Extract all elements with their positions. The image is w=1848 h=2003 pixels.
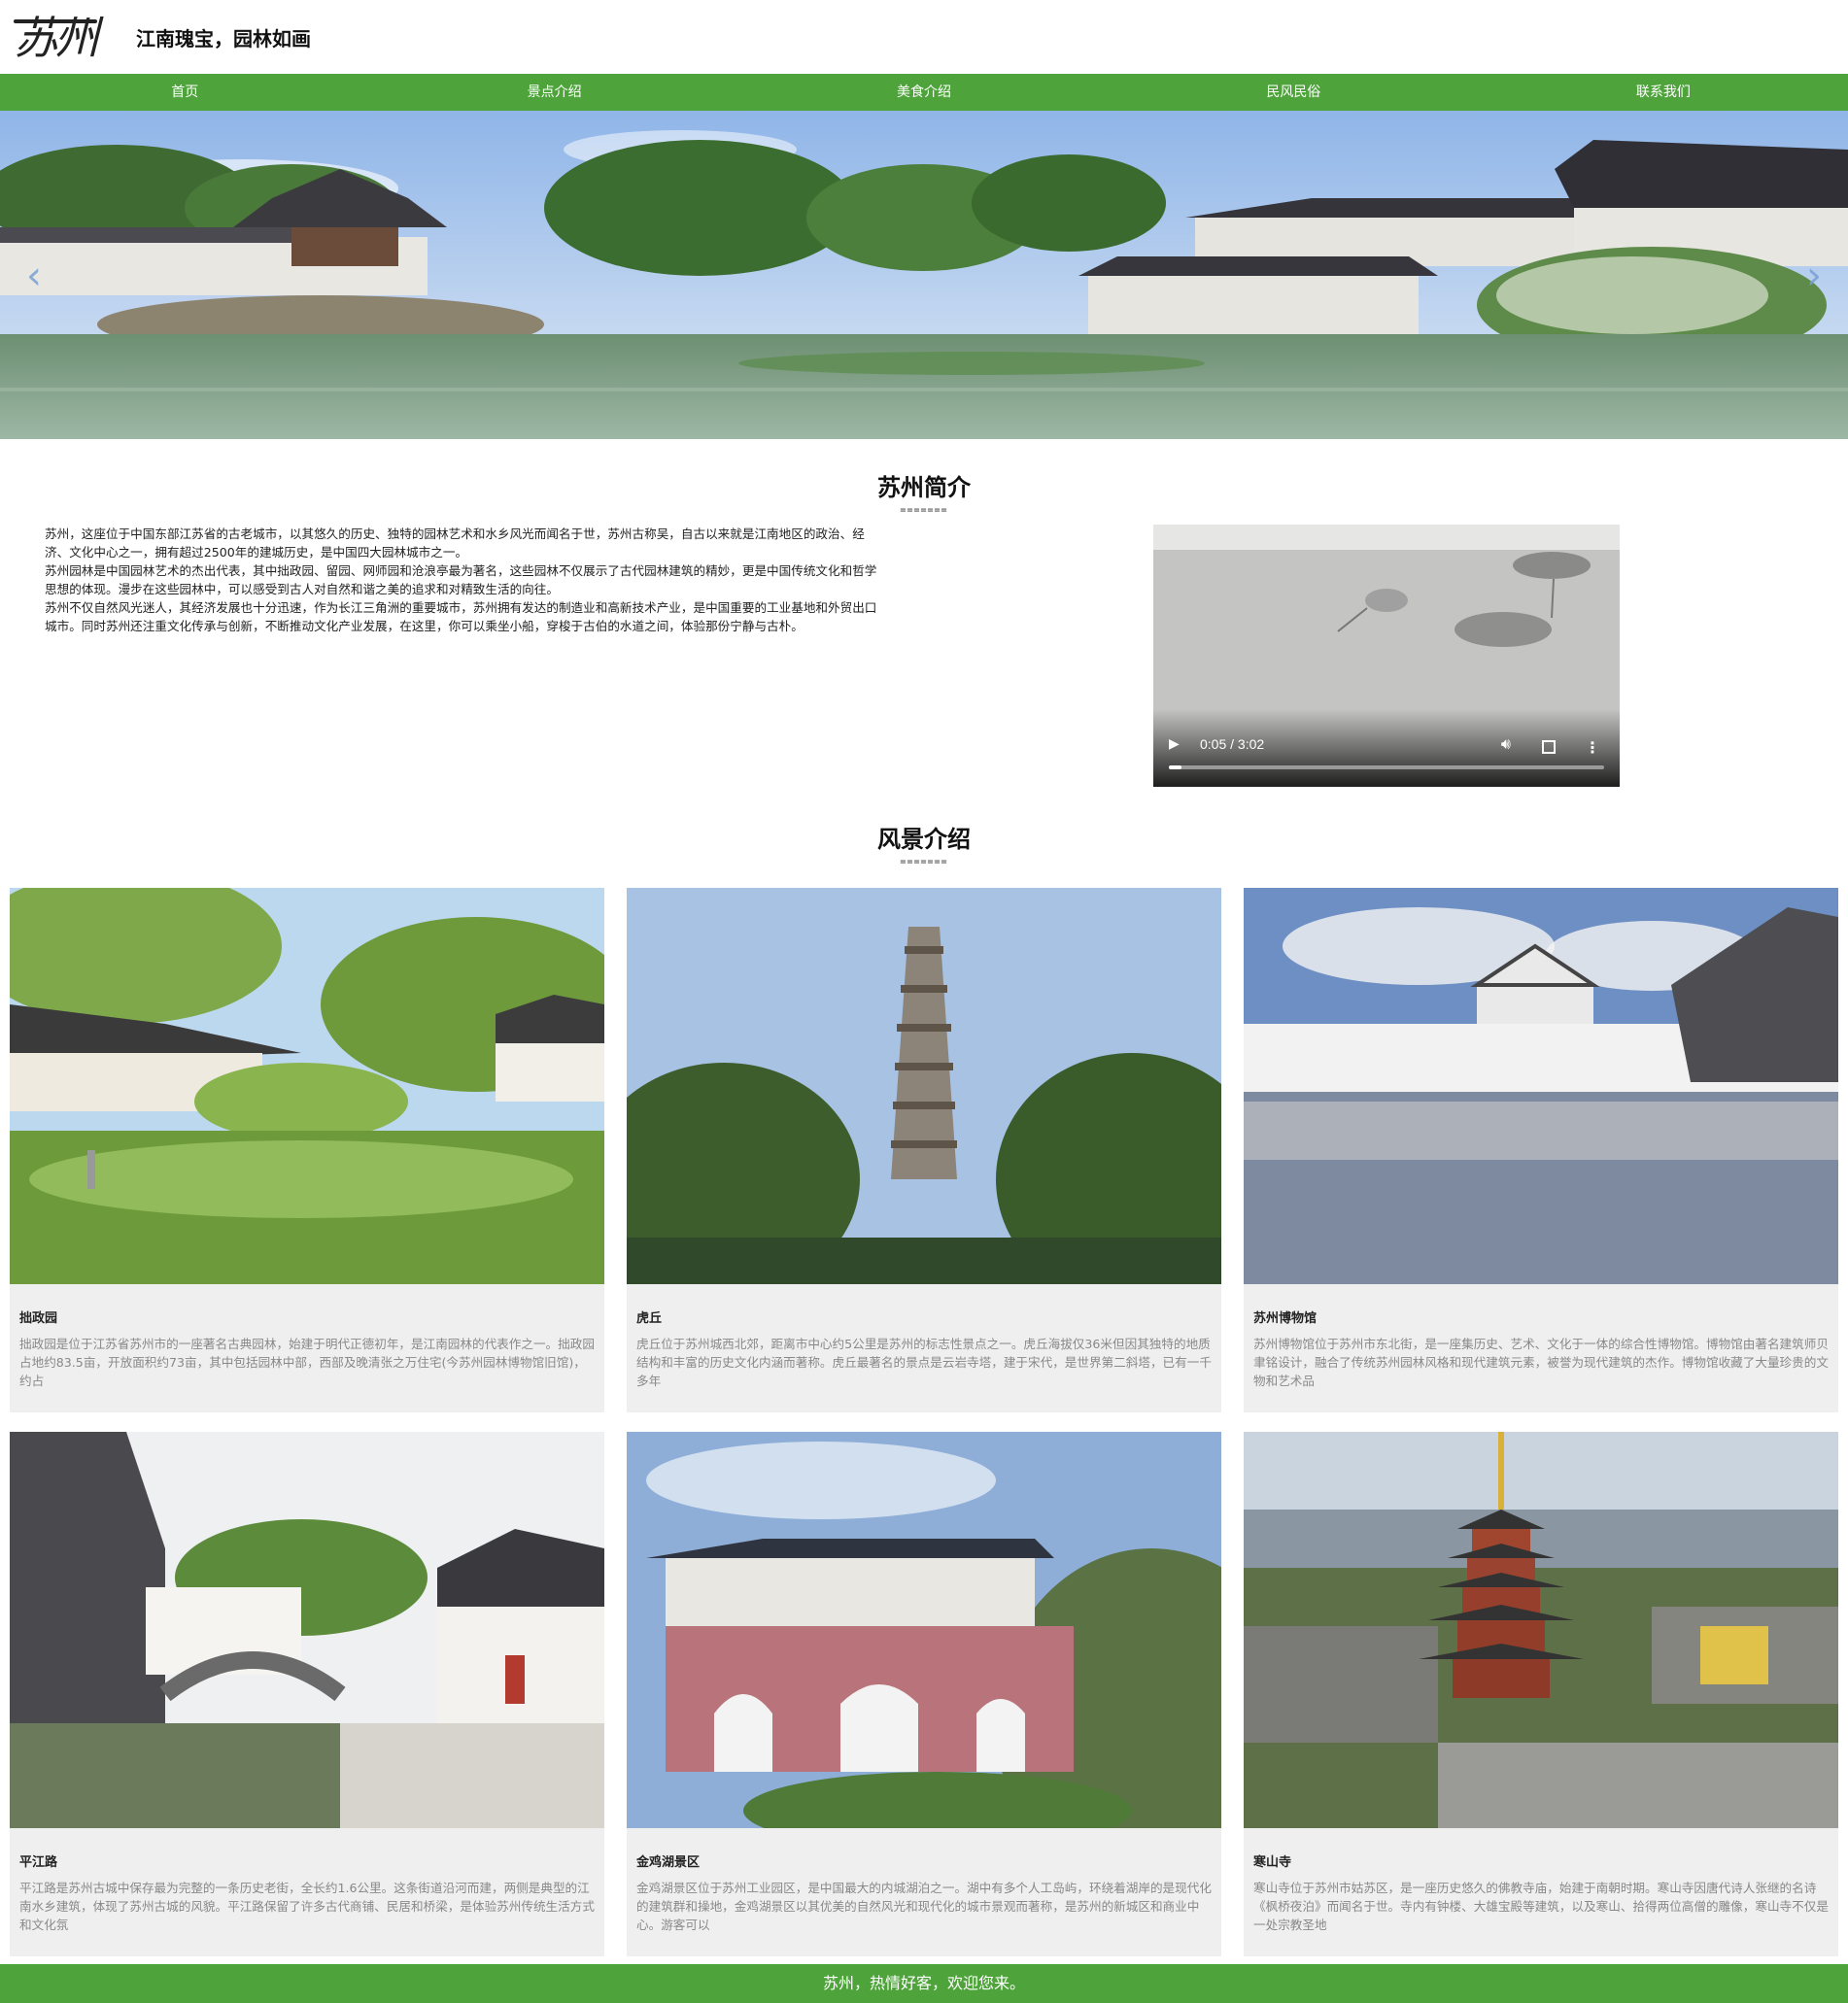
- logo-text: 苏州: [14, 12, 99, 64]
- card-image: [627, 1432, 1221, 1828]
- intro-text: 苏州，这座位于中国东部江苏省的古老城市，以其悠久的历史、独特的园林艺术和水乡风光…: [45, 525, 878, 635]
- card-title: 金鸡湖景区: [636, 1855, 701, 1870]
- nav-item-home[interactable]: 首页: [0, 74, 369, 111]
- scenery-card-huqiu[interactable]: 虎丘 虎丘位于苏州城西北郊，距离市中心约5公里是苏州的标志性景点之一。虎丘海拔仅…: [627, 888, 1221, 1412]
- card-title: 虎丘: [636, 1311, 663, 1326]
- intro-video-player[interactable]: ▶ 0:05 / 3:02 🔊︎ ⋮: [1153, 525, 1620, 787]
- more-vert-icon[interactable]: ⋮: [1585, 740, 1600, 756]
- play-icon[interactable]: ▶: [1169, 736, 1180, 752]
- nav-item-contact[interactable]: 联系我们: [1479, 74, 1848, 111]
- site-slogan: 江南瑰宝，园林如画: [136, 27, 311, 51]
- site-header: 苏州 江南瑰宝，园林如画: [0, 0, 1848, 74]
- card-title: 苏州博物馆: [1253, 1311, 1318, 1326]
- video-controls: ▶ 0:05 / 3:02 🔊︎ ⋮: [1153, 709, 1620, 787]
- card-image: [1244, 888, 1838, 1284]
- banner-garden-image: [0, 111, 1848, 439]
- banner-next-arrow-icon[interactable]: ›: [1799, 256, 1829, 295]
- scenery-card-zhuozhengyuan[interactable]: 拙政园 拙政园是位于江苏省苏州市的一座著名古典园林，始建于明代正德初年，是江南园…: [10, 888, 604, 1412]
- intro-paragraph: 苏州不仅自然风光迷人，其经济发展也十分迅速，作为长江三角洲的重要城市，苏州拥有发…: [45, 600, 877, 633]
- scenery-title: 风景介绍: [877, 826, 971, 853]
- card-image: [10, 1432, 604, 1828]
- scenery-title-underline: =======: [900, 857, 948, 867]
- volume-icon[interactable]: 🔊︎: [1501, 734, 1511, 754]
- scenery-card-suzhou-museum[interactable]: 苏州博物馆 苏州博物馆位于苏州市东北街，是一座集历史、艺术、文化于一体的综合性博…: [1244, 888, 1838, 1412]
- card-image: [1244, 1432, 1838, 1828]
- card-description: 金鸡湖景区位于苏州工业园区，是中国最大的内城湖泊之一。湖中有多个人工岛屿，环绕着…: [636, 1881, 1212, 1932]
- card-description: 平江路是苏州古城中保存最为完整的一条历史老街，全长约1.6公里。这条街道沿河而建…: [19, 1881, 595, 1932]
- nav-item-food[interactable]: 美食介绍: [739, 74, 1109, 111]
- card-image: [627, 888, 1221, 1284]
- card-title: 拙政园: [19, 1311, 58, 1326]
- video-progress-fill: [1169, 765, 1182, 769]
- video-progress-bar[interactable]: [1169, 765, 1604, 769]
- card-description: 苏州博物馆位于苏州市东北街，是一座集历史、艺术、文化于一体的综合性博物馆。博物馆…: [1253, 1337, 1829, 1388]
- scenery-card-jinji-lake[interactable]: 金鸡湖景区 金鸡湖景区位于苏州工业园区，是中国最大的内城湖泊之一。湖中有多个人工…: [627, 1432, 1221, 1956]
- intro-paragraph: 苏州，这座位于中国东部江苏省的古老城市，以其悠久的历史、独特的园林艺术和水乡风光…: [45, 526, 865, 560]
- site-footer: 苏州，热情好客，欢迎您来。: [0, 1964, 1848, 2003]
- nav-item-attractions[interactable]: 景点介绍: [369, 74, 738, 111]
- intro-title: 苏州简介: [877, 474, 971, 501]
- card-title: 寒山寺: [1253, 1855, 1292, 1870]
- intro-paragraph: 苏州园林是中国园林艺术的杰出代表，其中拙政园、留园、网师园和沧浪亭最为著名，这些…: [45, 563, 877, 596]
- card-title: 平江路: [19, 1855, 58, 1870]
- card-description: 寒山寺位于苏州市姑苏区，是一座历史悠久的佛教寺庙，始建于南朝时期。寒山寺因唐代诗…: [1253, 1881, 1829, 1932]
- scenery-card-hanshan-temple[interactable]: 寒山寺 寒山寺位于苏州市姑苏区，是一座历史悠久的佛教寺庙，始建于南朝时期。寒山寺…: [1244, 1432, 1838, 1956]
- main-nav: 首页 景点介绍 美食介绍 民风民俗 联系我们: [0, 74, 1848, 111]
- hero-banner: ‹ ›: [0, 111, 1848, 439]
- video-time: 0:05 / 3:02: [1200, 736, 1265, 752]
- card-description: 虎丘位于苏州城西北郊，距离市中心约5公里是苏州的标志性景点之一。虎丘海拔仅36米…: [636, 1337, 1212, 1388]
- intro-title-underline: =======: [900, 505, 948, 516]
- intro-heading-block: 苏州简介 =======: [0, 468, 1848, 516]
- site-logo[interactable]: 苏州: [14, 12, 101, 64]
- scenery-card-pingjiang-road[interactable]: 平江路 平江路是苏州古城中保存最为完整的一条历史老街，全长约1.6公里。这条街道…: [10, 1432, 604, 1956]
- scenery-heading-block: 风景介绍 =======: [0, 820, 1848, 867]
- fullscreen-icon[interactable]: [1542, 740, 1556, 754]
- card-image: [10, 888, 604, 1284]
- banner-prev-arrow-icon[interactable]: ‹: [19, 256, 49, 295]
- card-description: 拙政园是位于江苏省苏州市的一座著名古典园林，始建于明代正德初年，是江南园林的代表…: [19, 1337, 595, 1388]
- nav-item-customs[interactable]: 民风民俗: [1109, 74, 1478, 111]
